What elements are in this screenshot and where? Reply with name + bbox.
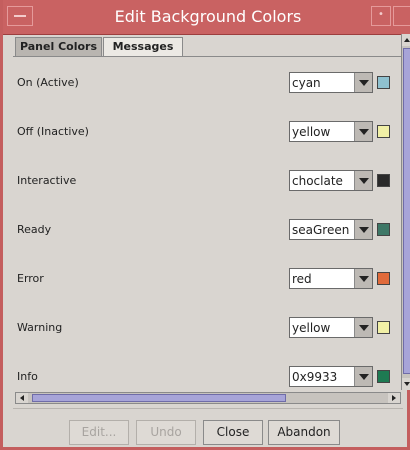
color-row-warning: Warning yellow	[17, 317, 393, 339]
color-row-interactive: Interactive choclate	[17, 170, 393, 192]
color-swatch[interactable]	[377, 174, 390, 187]
color-select[interactable]: yellow	[289, 317, 373, 338]
chevron-down-icon[interactable]	[354, 73, 372, 92]
close-button[interactable]: Close	[203, 420, 263, 445]
chevron-down-icon[interactable]	[354, 122, 372, 141]
color-row-info: Info 0x9933	[17, 366, 393, 388]
chevron-down-icon[interactable]	[354, 269, 372, 288]
color-row-on-active: On (Active) cyan	[17, 72, 393, 94]
color-select[interactable]: seaGreen	[289, 219, 373, 240]
row-label: Info	[17, 370, 38, 383]
select-value: red	[292, 272, 312, 286]
color-row-ready: Ready seaGreen	[17, 219, 393, 241]
maximize-button[interactable]	[393, 6, 410, 26]
window-title: Edit Background Colors	[114, 7, 302, 26]
scroll-left-arrow-icon[interactable]	[16, 393, 28, 403]
chevron-down-icon[interactable]	[354, 171, 372, 190]
vertical-scroll-thumb[interactable]	[403, 48, 410, 374]
color-swatch[interactable]	[377, 321, 390, 334]
scroll-up-arrow-icon[interactable]	[402, 34, 410, 46]
row-label: Interactive	[17, 174, 77, 187]
color-select[interactable]: cyan	[289, 72, 373, 93]
divider	[13, 408, 403, 409]
button-bar: Edit... Undo Close Abandon	[3, 414, 410, 450]
select-value: choclate	[292, 174, 343, 188]
color-select[interactable]: choclate	[289, 170, 373, 191]
row-label: On (Active)	[17, 76, 79, 89]
color-swatch[interactable]	[377, 370, 390, 383]
horizontal-scroll-thumb[interactable]	[32, 394, 286, 402]
minimize-button[interactable]: •	[371, 6, 391, 26]
tab-messages[interactable]: Messages	[103, 37, 183, 56]
color-row-off-inactive: Off (Inactive) yellow	[17, 121, 393, 143]
edit-button[interactable]: Edit...	[69, 420, 129, 445]
tab-panel-colors[interactable]: Panel Colors	[15, 37, 102, 56]
chevron-down-icon[interactable]	[354, 220, 372, 239]
select-value: yellow	[292, 125, 331, 139]
select-value: 0x9933	[292, 370, 338, 384]
select-value: seaGreen	[292, 223, 350, 237]
chevron-down-icon[interactable]	[354, 367, 372, 386]
row-label: Ready	[17, 223, 52, 236]
color-select[interactable]: red	[289, 268, 373, 289]
color-select[interactable]: 0x9933	[289, 366, 373, 387]
chevron-down-icon[interactable]	[354, 318, 372, 337]
undo-button[interactable]: Undo	[136, 420, 196, 445]
vertical-scrollbar[interactable]	[401, 34, 410, 390]
color-swatch[interactable]	[377, 125, 390, 138]
color-row-error: Error red	[17, 268, 393, 290]
color-select[interactable]: yellow	[289, 121, 373, 142]
scroll-right-arrow-icon[interactable]	[388, 393, 400, 403]
select-value: cyan	[292, 76, 321, 90]
row-label: Warning	[17, 321, 63, 334]
color-swatch[interactable]	[377, 272, 390, 285]
color-swatch[interactable]	[377, 223, 390, 236]
dialog-window: Edit Background Colors • Panel Colors Me…	[0, 0, 410, 450]
panel-colors-content: On (Active) cyan Off (Inactive) yellow I…	[13, 56, 403, 409]
row-label: Off (Inactive)	[17, 125, 89, 138]
color-swatch[interactable]	[377, 76, 390, 89]
select-value: yellow	[292, 321, 331, 335]
title-bar[interactable]: Edit Background Colors •	[3, 0, 410, 35]
abandon-button[interactable]: Abandon	[268, 420, 340, 445]
scroll-down-arrow-icon[interactable]	[402, 378, 410, 390]
row-label: Error	[17, 272, 44, 285]
horizontal-scrollbar[interactable]	[15, 392, 401, 404]
